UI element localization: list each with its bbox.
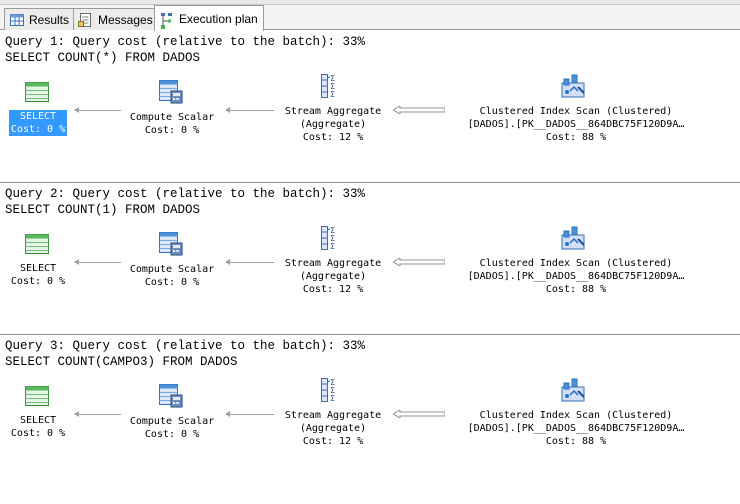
svg-text:Σ: Σ xyxy=(330,394,335,403)
stream-aggregate-label: Stream Aggregate xyxy=(284,258,382,269)
arrow-stream-to-compute xyxy=(225,107,274,113)
compute-scalar-icon[interactable] xyxy=(158,79,184,110)
stream-aggregate-icon[interactable]: ΣΣΣ xyxy=(320,73,342,104)
select-node-cost: Cost: 0 % xyxy=(10,276,66,287)
compute-scalar-label: Compute Scalar xyxy=(129,264,215,275)
execution-plans-pane: Query 1: Query cost (relative to the bat… xyxy=(0,31,740,504)
compute-scalar-label: Compute Scalar xyxy=(129,416,215,427)
grid-icon xyxy=(9,13,25,27)
query-sql: SELECT COUNT(CAMPO3) FROM DADOS xyxy=(5,355,238,369)
query-plan-3: Query 3: Query cost (relative to the bat… xyxy=(0,335,740,487)
arrow-scan-to-stream xyxy=(393,410,445,418)
stream-aggregate-icon[interactable]: ΣΣΣ xyxy=(320,377,342,408)
clustered-index-scan-icon[interactable] xyxy=(560,225,588,256)
select-node-cost: Cost: 0 % xyxy=(10,124,66,135)
arrow-stream-to-compute xyxy=(225,259,274,265)
stream-aggregate-node[interactable]: Stream Aggregate (Aggregate) Cost: 12 % xyxy=(272,257,394,296)
compute-scalar-node[interactable]: Compute Scalar Cost: 0 % xyxy=(118,111,226,137)
query-header: Query 3: Query cost (relative to the bat… xyxy=(5,339,366,353)
tab-execution-plan-label: Execution plan xyxy=(179,11,258,26)
query-plan-2: Query 2: Query cost (relative to the bat… xyxy=(0,183,740,335)
clustered-index-scan-label: Clustered Index Scan (Clustered) xyxy=(479,410,673,421)
select-node-label: SELECT xyxy=(19,415,57,426)
clustered-index-scan-object: [DADOS].[PK__DADOS__864DBC75F120D9A… xyxy=(467,271,685,282)
tab-bar-top-border xyxy=(0,0,740,5)
stream-aggregate-type: (Aggregate) xyxy=(299,119,367,130)
clustered-index-scan-cost: Cost: 88 % xyxy=(545,284,607,295)
arrow-scan-to-stream xyxy=(393,258,445,266)
stream-aggregate-cost: Cost: 12 % xyxy=(302,436,364,447)
query-sql: SELECT COUNT(*) FROM DADOS xyxy=(5,51,201,65)
clustered-index-scan-icon[interactable] xyxy=(560,73,588,104)
select-node-label: SELECT xyxy=(19,263,57,274)
stream-aggregate-type: (Aggregate) xyxy=(299,271,367,282)
svg-text:Σ: Σ xyxy=(330,242,335,251)
clustered-index-scan-icon[interactable] xyxy=(560,377,588,408)
compute-scalar-icon[interactable] xyxy=(158,383,184,414)
stream-aggregate-node[interactable]: Stream Aggregate (Aggregate) Cost: 12 % xyxy=(272,105,394,144)
svg-text:Σ: Σ xyxy=(330,90,335,99)
clustered-index-scan-node[interactable]: Clustered Index Scan (Clustered) [DADOS].… xyxy=(448,105,704,144)
stream-aggregate-cost: Cost: 12 % xyxy=(302,284,364,295)
tab-messages-label: Messages xyxy=(98,12,153,27)
messages-icon xyxy=(78,12,94,27)
tab-execution-plan[interactable]: Execution plan xyxy=(154,5,264,31)
compute-scalar-node[interactable]: Compute Scalar Cost: 0 % xyxy=(118,263,226,289)
select-node[interactable]: SELECT Cost: 0 % xyxy=(0,110,76,136)
stream-aggregate-label: Stream Aggregate xyxy=(284,106,382,117)
compute-scalar-cost: Cost: 0 % xyxy=(144,429,200,440)
clustered-index-scan-object: [DADOS].[PK__DADOS__864DBC75F120D9A… xyxy=(467,119,685,130)
clustered-index-scan-label: Clustered Index Scan (Clustered) xyxy=(479,106,673,117)
compute-scalar-label: Compute Scalar xyxy=(129,112,215,123)
result-tab-bar: Results Messages Execution plan xyxy=(0,0,740,31)
select-icon[interactable] xyxy=(24,81,50,108)
stream-aggregate-icon[interactable]: ΣΣΣ xyxy=(320,225,342,256)
stream-aggregate-node[interactable]: Stream Aggregate (Aggregate) Cost: 12 % xyxy=(272,409,394,448)
clustered-index-scan-cost: Cost: 88 % xyxy=(545,132,607,143)
compute-scalar-icon[interactable] xyxy=(158,231,184,262)
clustered-index-scan-label: Clustered Index Scan (Clustered) xyxy=(479,258,673,269)
tab-results[interactable]: Results xyxy=(4,8,76,30)
query-header: Query 2: Query cost (relative to the bat… xyxy=(5,187,366,201)
select-icon[interactable] xyxy=(24,233,50,260)
execution-plan-icon xyxy=(159,12,175,29)
stream-aggregate-cost: Cost: 12 % xyxy=(302,132,364,143)
arrow-stream-to-compute xyxy=(225,411,274,417)
compute-scalar-cost: Cost: 0 % xyxy=(144,125,200,136)
arrow-scan-to-stream xyxy=(393,106,445,114)
tab-results-label: Results xyxy=(29,12,70,27)
clustered-index-scan-node[interactable]: Clustered Index Scan (Clustered) [DADOS].… xyxy=(448,257,704,296)
stream-aggregate-type: (Aggregate) xyxy=(299,423,367,434)
clustered-index-scan-node[interactable]: Clustered Index Scan (Clustered) [DADOS].… xyxy=(448,409,704,448)
stream-aggregate-label: Stream Aggregate xyxy=(284,410,382,421)
arrow-compute-to-select xyxy=(74,411,121,417)
select-node-cost: Cost: 0 % xyxy=(10,428,66,439)
select-icon[interactable] xyxy=(24,385,50,412)
clustered-index-scan-object: [DADOS].[PK__DADOS__864DBC75F120D9A… xyxy=(467,423,685,434)
compute-scalar-node[interactable]: Compute Scalar Cost: 0 % xyxy=(118,415,226,441)
query-header: Query 1: Query cost (relative to the bat… xyxy=(5,35,366,49)
query-sql: SELECT COUNT(1) FROM DADOS xyxy=(5,203,201,217)
select-node[interactable]: SELECT Cost: 0 % xyxy=(0,414,76,440)
tab-messages[interactable]: Messages xyxy=(73,8,159,30)
query-plan-1: Query 1: Query cost (relative to the bat… xyxy=(0,31,740,183)
arrow-compute-to-select xyxy=(74,107,121,113)
clustered-index-scan-cost: Cost: 88 % xyxy=(545,436,607,447)
select-node-label: SELECT xyxy=(19,111,57,122)
arrow-compute-to-select xyxy=(74,259,121,265)
compute-scalar-cost: Cost: 0 % xyxy=(144,277,200,288)
select-node[interactable]: SELECT Cost: 0 % xyxy=(0,262,76,288)
